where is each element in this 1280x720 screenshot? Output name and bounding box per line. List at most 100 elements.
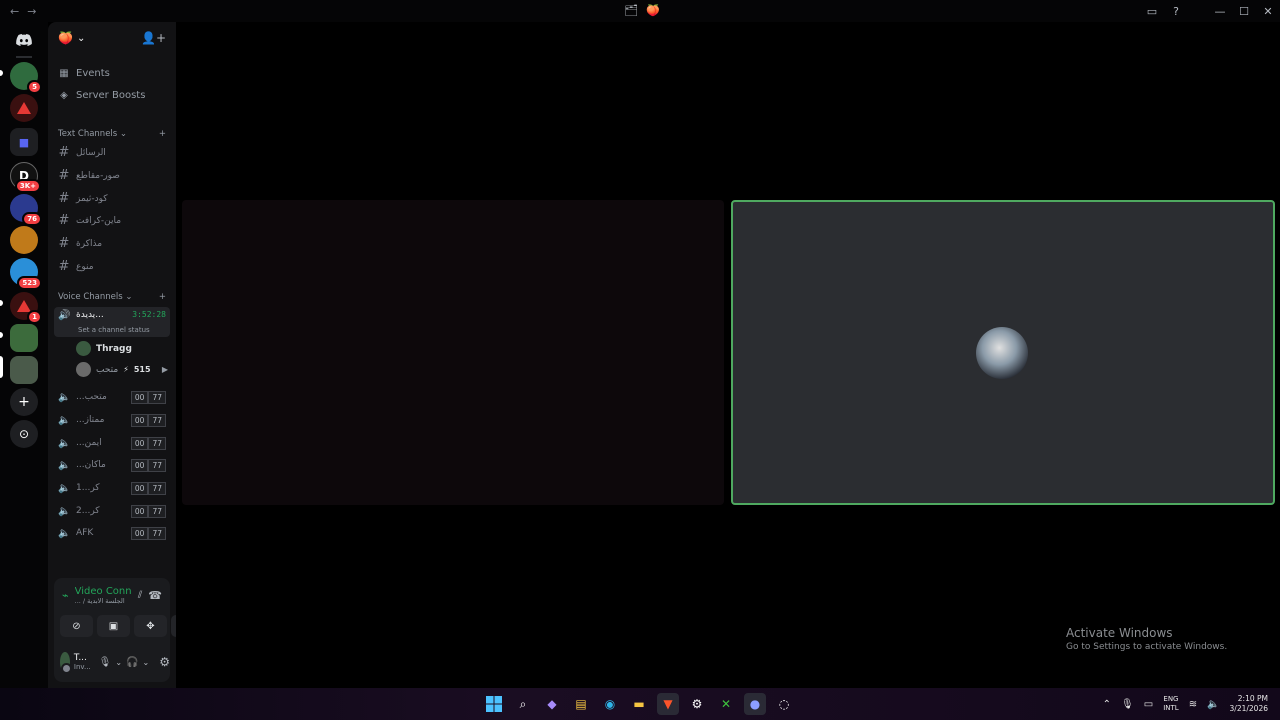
hash-icon: #	[58, 259, 70, 274]
server-header[interactable]: 🍑 ⌄ 👤+	[48, 22, 176, 54]
voice-channel[interactable]: 🔈 ...ايمن 00 77	[54, 433, 170, 453]
voice-status-subtitle[interactable]: ... / الجلسة الابدية	[75, 597, 132, 605]
invite-icon[interactable]: 👤+	[141, 31, 166, 45]
text-channel[interactable]: # ماين-كرافت	[58, 213, 166, 228]
voice-status-label[interactable]: Video Connected	[75, 586, 132, 597]
boosts-item[interactable]: ◈ Server Boosts	[58, 90, 145, 101]
hash-icon: #	[58, 168, 70, 183]
voice-user[interactable]: متحب ⚡ 515 ▶	[76, 362, 168, 377]
unread-pill	[0, 300, 3, 306]
user-limit-counter: 00 77	[130, 390, 166, 404]
chevron-down-icon[interactable]: ⌄	[143, 658, 150, 667]
headphones-icon[interactable]: 🎧	[126, 657, 138, 668]
server-name-text: 🍑	[58, 31, 73, 45]
system-tray: ⌃ 🎙 ▭ ENG INTL ≋ 🔈 2:10 PM 3/21/2026	[1103, 688, 1280, 720]
close-button[interactable]: ✕	[1256, 0, 1280, 22]
server-folder[interactable]: ■	[10, 128, 38, 156]
server-icon-2[interactable]	[10, 94, 38, 122]
server-icon-current[interactable]	[10, 356, 38, 384]
speaker-icon: 🔈	[58, 391, 71, 403]
username[interactable]: T...	[74, 653, 91, 663]
voice-channel[interactable]: 🔈 ...متحب 00 77	[54, 387, 170, 407]
server-icon-1[interactable]: 5	[10, 62, 42, 94]
camera-off-button[interactable]: ⊘	[60, 615, 93, 637]
text-channel[interactable]: # الرسائل	[58, 145, 166, 160]
text-channel[interactable]: # منوع	[58, 259, 166, 274]
text-channel[interactable]: # صور-مقاطع	[58, 168, 166, 183]
server-icon-7[interactable]: 1	[10, 292, 42, 324]
voice-user[interactable]: Thragg	[76, 341, 168, 356]
forward-arrow-icon[interactable]: →	[27, 5, 36, 18]
brave-icon[interactable]: ▼	[657, 693, 679, 715]
events-item[interactable]: ▦ Events	[58, 68, 110, 79]
voice-channel[interactable]: 🔈 2...كر 00 77	[54, 501, 170, 521]
language-top: ENG	[1163, 695, 1179, 703]
language-indicator[interactable]: ENG INTL	[1163, 695, 1178, 713]
user-limit-counter: 00 77	[130, 526, 166, 540]
file-explorer-icon[interactable]: ▬	[628, 693, 650, 715]
steam-icon[interactable]: ⚙	[686, 693, 708, 715]
discord-taskbar-icon[interactable]: ●	[744, 693, 766, 715]
add-channel-icon[interactable]: +	[159, 292, 166, 302]
xbox-icon[interactable]: ✕	[715, 693, 737, 715]
chevron-down-icon: ⌄	[119, 129, 128, 139]
video-tile-speaking[interactable]	[731, 200, 1275, 505]
taskbar-apps: ⌕ ◆ ▤ ◉ ▬ ▼ ⚙ ✕ ● ◌	[483, 693, 795, 715]
chevron-up-icon[interactable]: ⌃	[1103, 699, 1111, 710]
voice-channel[interactable]: 🔈 ...ممتاز 00 77	[54, 410, 170, 430]
windows-logo-icon	[486, 696, 502, 712]
volume-icon[interactable]: 🔈	[1207, 699, 1219, 710]
server-icon-8[interactable]	[10, 324, 38, 352]
clock[interactable]: 2:10 PM 3/21/2026	[1230, 694, 1268, 714]
text-channels-category[interactable]: Text Channels ⌄ +	[58, 129, 166, 139]
voice-channels-category[interactable]: Voice Channels ⌄ +	[58, 292, 166, 302]
voice-channel[interactable]: 🔈 ...ماكان 00 77	[54, 455, 170, 475]
channel-status[interactable]: Set a channel status	[78, 326, 150, 334]
title-bar: ← → 🗂 🍑 ▭ ? — ☐ ✕	[0, 0, 1280, 22]
voice-channel[interactable]: 🔈 1...كر 00 77	[54, 478, 170, 498]
store-icon[interactable]: ▤	[570, 693, 592, 715]
search-icon[interactable]: ⌕	[512, 693, 534, 715]
gear-icon[interactable]: ⚙	[159, 655, 170, 669]
back-arrow-icon[interactable]: ←	[10, 5, 19, 18]
wifi-icon[interactable]: ≋	[1189, 699, 1197, 710]
speaker-icon: 🔈	[58, 414, 71, 426]
noise-suppression-icon[interactable]: ⫽	[138, 590, 142, 601]
activities-button[interactable]: ✥	[134, 615, 167, 637]
disconnect-icon[interactable]: ☎	[148, 589, 162, 602]
inbox-icon[interactable]: ▭	[1140, 0, 1164, 22]
server-icon-6[interactable]: 523	[10, 258, 42, 290]
add-server-button[interactable]: +	[10, 388, 38, 416]
maximize-button[interactable]: ☐	[1232, 0, 1256, 22]
avatar[interactable]	[60, 652, 72, 674]
help-icon[interactable]: ?	[1164, 0, 1188, 22]
user-limit-counter: 00 77	[130, 413, 166, 427]
add-channel-icon[interactable]: +	[159, 129, 166, 139]
video-tile-stream[interactable]	[182, 200, 724, 505]
microphone-icon[interactable]: 🎙	[1121, 699, 1134, 710]
edge-icon[interactable]: ◉	[599, 693, 621, 715]
text-channel[interactable]: # مذاكرة	[58, 236, 166, 251]
voice-channel[interactable]: 🔈 AFK 00 77	[54, 523, 170, 543]
title-icon-a: 🗂	[624, 4, 638, 17]
server-icon-3[interactable]: D 3K+	[10, 162, 41, 193]
signal-icon[interactable]: ⌁	[62, 589, 69, 602]
server-icon-5[interactable]	[10, 226, 38, 254]
active-voice-channel[interactable]: 🔊 يديدة... 3:52:28 Set a channel status	[54, 307, 170, 337]
minimize-button[interactable]: —	[1208, 0, 1232, 22]
screen-share-button[interactable]: ▣	[97, 615, 130, 637]
display-icon[interactable]: ▭	[1144, 699, 1153, 710]
voice-user-name: متحب	[96, 364, 119, 375]
copilot-icon[interactable]: ◆	[541, 693, 563, 715]
discord-home-button[interactable]	[10, 26, 38, 54]
explore-button[interactable]: ⊙	[10, 420, 38, 448]
rail-separator	[16, 56, 32, 58]
speaker-icon: 🔊	[58, 310, 71, 321]
app-icon[interactable]: ◌	[773, 693, 795, 715]
server-icon-4[interactable]: 76	[10, 194, 42, 226]
chevron-down-icon[interactable]: ⌄	[115, 658, 122, 667]
text-channel[interactable]: # كود-ثيمز	[58, 191, 166, 206]
start-button[interactable]	[483, 693, 505, 715]
server-name[interactable]: 🍑 ⌄	[58, 31, 85, 45]
microphone-icon[interactable]: 🎙	[99, 657, 112, 668]
